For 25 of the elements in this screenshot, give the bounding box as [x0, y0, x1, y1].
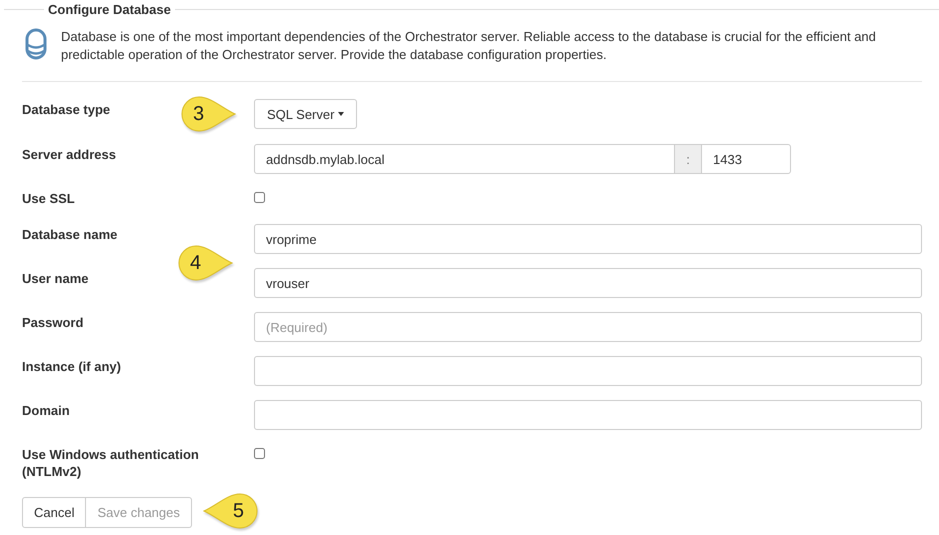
separator-label: : [675, 144, 701, 174]
input-field[interactable] [254, 400, 922, 430]
section-title: Configure Database [47, 2, 172, 17]
database-icon [25, 28, 47, 60]
field-label: Password [22, 314, 84, 331]
checkbox[interactable] [254, 448, 265, 459]
port-field[interactable]: 1433 [701, 144, 791, 174]
field-label: Database type [22, 101, 110, 118]
dropdown-button[interactable]: SQL Server [254, 99, 358, 129]
field-label: Use Windows authentication (NTLMv2) [22, 446, 200, 480]
field-label: User name [22, 270, 88, 287]
field-label: Database name [22, 226, 118, 243]
input-field[interactable]: vrouser [254, 268, 922, 298]
action-button[interactable]: Cancel [22, 497, 86, 528]
description-text: Database is one of the most important dependencies of the Orchestrator server. Reliable access to the database is crucial for the efficient and predictable operation of the Orchestrator server. Provide the database configuration properties. [61, 28, 877, 64]
input-field[interactable]: vroprime [254, 224, 922, 254]
checkbox[interactable] [254, 192, 265, 203]
field-label: Instance (if any) [22, 358, 121, 375]
input-field[interactable]: (Required) [254, 312, 922, 342]
field-label: Use SSL [22, 190, 75, 207]
input-field[interactable] [254, 356, 922, 386]
field-label: Server address [22, 146, 116, 163]
caret-icon [338, 112, 344, 116]
input-field[interactable]: addnsdb.mylab.local [254, 144, 675, 174]
field-label: Domain [22, 402, 70, 419]
